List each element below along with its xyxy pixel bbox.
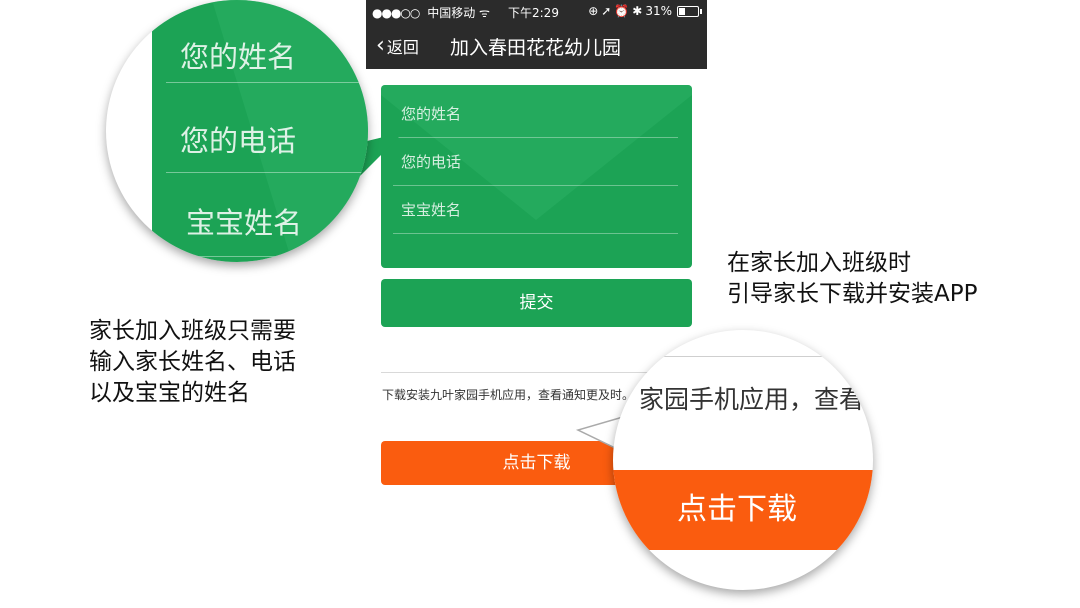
zoom-phone: 您的电话 [180, 124, 297, 158]
zoom-line-1 [166, 82, 366, 83]
zoom-promo-text: 家园手机应用，查看 [639, 385, 865, 414]
left-annotation-line-1: 家长加入班级只需要 [89, 318, 296, 344]
left-annotation-line-2: 输入家长姓名、电话 [89, 349, 296, 375]
zoom-baby-name: 宝宝姓名 [186, 206, 303, 240]
right-annotation: 在家长加入班级时 引导家长下载并安装APP [727, 248, 977, 310]
download-zoom-lens: 家园手机应用，查看 点击下载 [613, 330, 873, 590]
zoom-line-3 [166, 256, 366, 257]
right-annotation-line-1: 在家长加入班级时 [727, 250, 911, 276]
right-annotation-line-2: 引导家长下载并安装APP [727, 281, 978, 307]
zoom-download-button: 点击下载 [613, 470, 873, 550]
left-annotation-line-3: 以及宝宝的姓名 [89, 380, 250, 406]
form-zoom-lens: 您的姓名 您的电话 宝宝姓名 [106, 0, 368, 262]
left-annotation: 家长加入班级只需要 输入家长姓名、电话 以及宝宝的姓名 [89, 316, 296, 409]
zoom-divider [613, 356, 873, 357]
zoom-parent-name: 您的姓名 [180, 40, 297, 74]
zoom-line-2 [166, 172, 366, 173]
